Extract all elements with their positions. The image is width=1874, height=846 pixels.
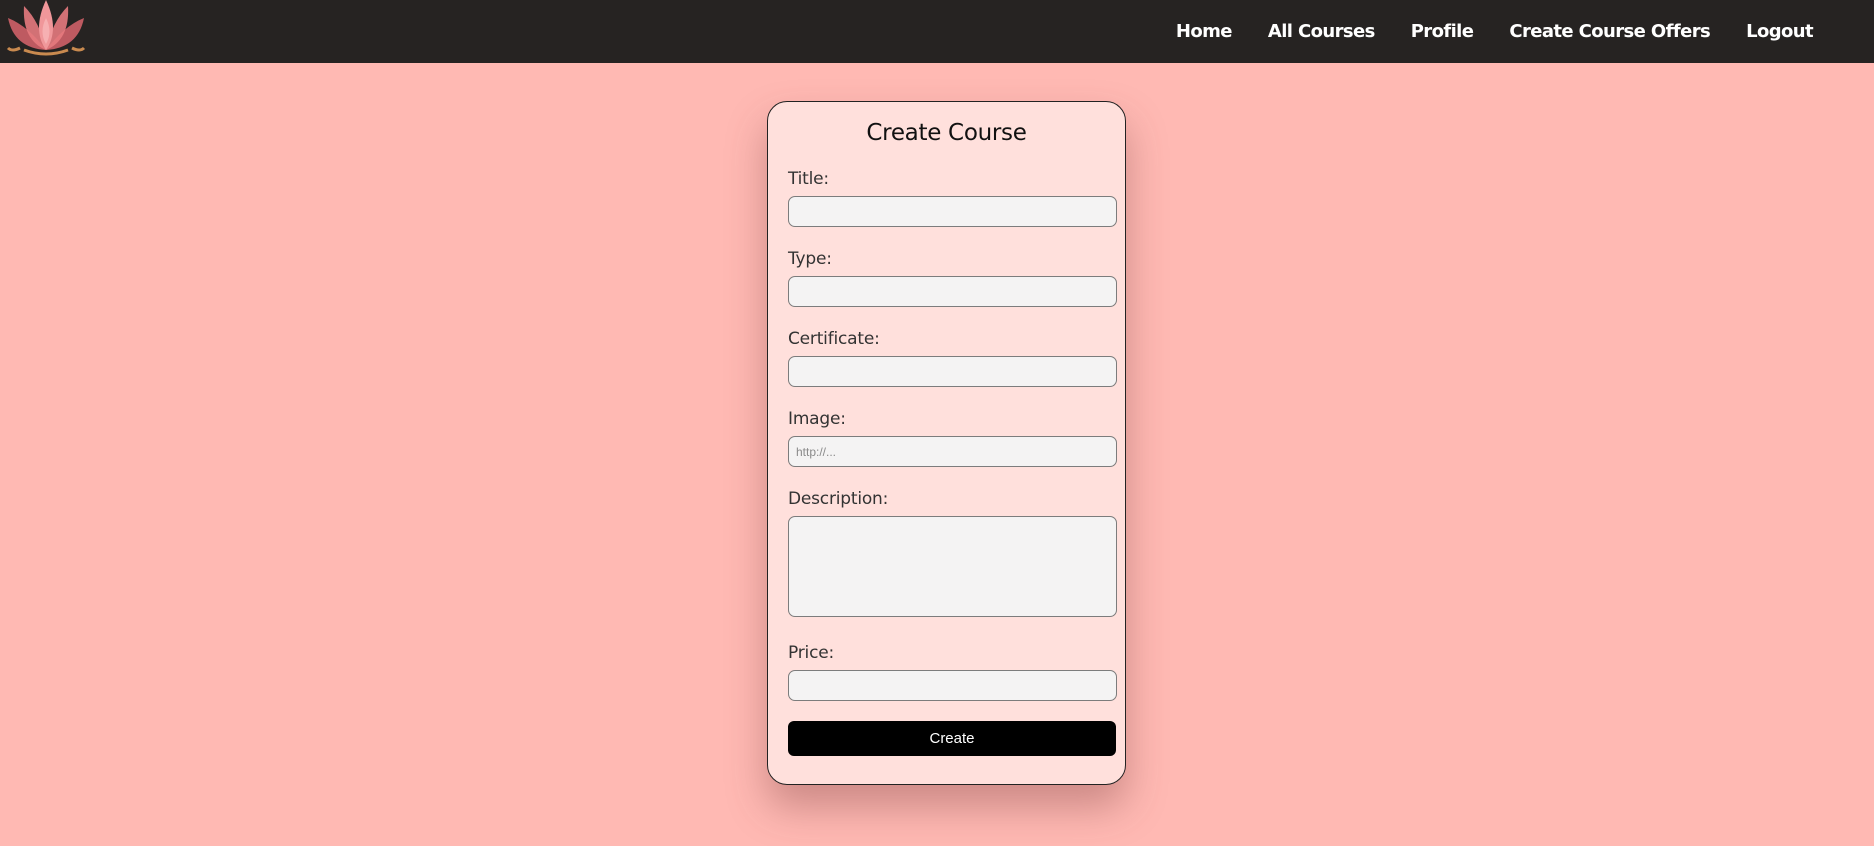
type-label: Type: — [788, 249, 832, 269]
certificate-input[interactable] — [788, 356, 1117, 387]
create-button[interactable]: Create — [788, 721, 1116, 756]
form-title: Create Course — [866, 120, 1027, 146]
price-input[interactable] — [788, 670, 1117, 701]
top-navbar: Home All Courses Profile Create Course O… — [0, 0, 1874, 63]
nav-all-courses-link[interactable]: All Courses — [1268, 21, 1375, 42]
title-label: Title: — [788, 169, 829, 189]
price-label: Price: — [788, 643, 834, 663]
nav-logout-link[interactable]: Logout — [1746, 21, 1814, 42]
nav-links: Home All Courses Profile Create Course O… — [1176, 0, 1814, 63]
create-course-form: Create Course Title: Type: Certificate: … — [767, 101, 1126, 785]
nav-profile-link[interactable]: Profile — [1411, 21, 1474, 42]
lotus-logo[interactable] — [6, 0, 86, 60]
certificate-label: Certificate: — [788, 329, 880, 349]
title-input[interactable] — [788, 196, 1117, 227]
nav-home-link[interactable]: Home — [1176, 21, 1233, 42]
description-textarea[interactable] — [788, 516, 1117, 617]
image-url-input[interactable] — [788, 436, 1117, 467]
type-input[interactable] — [788, 276, 1117, 307]
nav-create-course-offers-link[interactable]: Create Course Offers — [1509, 21, 1710, 42]
description-label: Description: — [788, 489, 889, 509]
image-label: Image: — [788, 409, 846, 429]
